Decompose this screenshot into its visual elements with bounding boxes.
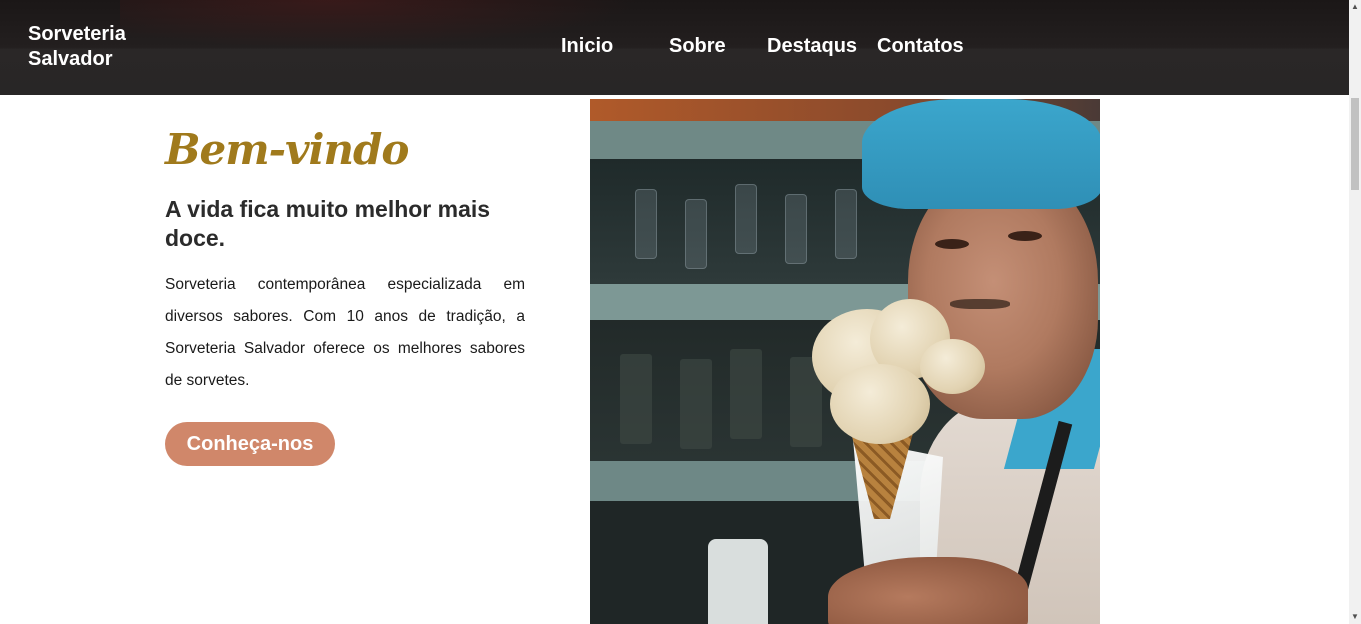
conheca-nos-button[interactable]: Conheça-nos xyxy=(165,422,335,466)
nav-link-destaques[interactable]: Destaqus xyxy=(767,35,857,58)
welcome-heading: Bem-vindo xyxy=(165,125,409,174)
navbar: Sorveteria Salvador Inicio Sobre Destaqu… xyxy=(0,0,1349,95)
scrollbar-thumb[interactable] xyxy=(1351,98,1359,190)
scroll-up-arrow-icon[interactable]: ▲ xyxy=(1349,0,1361,14)
page-scrollbar[interactable]: ▲ ▼ xyxy=(1349,0,1361,624)
brand-line-2: Salvador xyxy=(28,48,113,70)
brand-line-1: Sorveteria xyxy=(28,23,126,45)
nav-link-sobre[interactable]: Sobre xyxy=(669,35,726,58)
hero-description: Sorveteria contemporânea especializada e… xyxy=(165,276,525,389)
hero-photo-ice-cream-vendor xyxy=(590,99,1100,624)
nav-link-contatos[interactable]: Contatos xyxy=(877,35,964,58)
brand-logo[interactable]: Sorveteria Salvador xyxy=(28,22,126,72)
scroll-down-arrow-icon[interactable]: ▼ xyxy=(1349,610,1361,624)
hero-subtitle: A vida fica muito melhor mais doce. xyxy=(165,196,491,251)
nav-link-inicio[interactable]: Inicio xyxy=(561,35,613,58)
